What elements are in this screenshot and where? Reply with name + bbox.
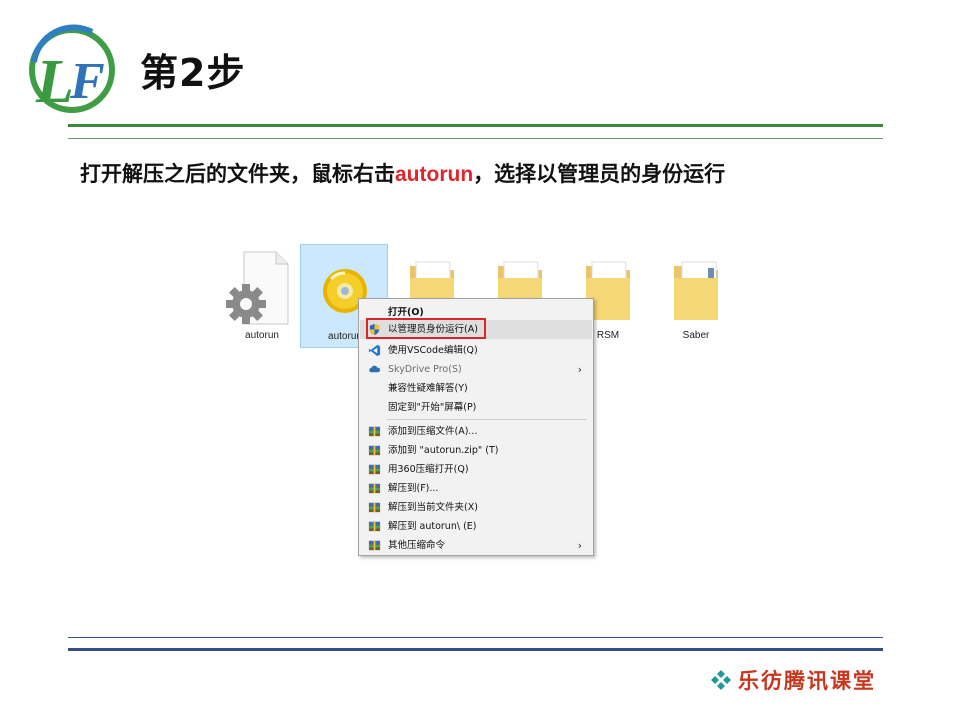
lf-logo: L F xyxy=(29,24,115,114)
menu-item-label: 用360压缩打开(Q) xyxy=(388,464,469,475)
archive-icon xyxy=(368,445,381,456)
menu-item-pin-start[interactable]: 固定到"开始"屏幕(P) xyxy=(360,398,592,417)
top-divider xyxy=(68,124,883,127)
menu-item-add-zip[interactable]: 添加到 "autorun.zip" (T) xyxy=(360,441,592,460)
menu-item-label: 兼容性疑难解答(Y) xyxy=(388,383,468,394)
bottom-divider-thin xyxy=(68,637,883,638)
highlight-box xyxy=(366,318,486,339)
menu-item-label: 添加到 "autorun.zip" (T) xyxy=(388,445,499,456)
menu-item-label: 解压到当前文件夹(X) xyxy=(388,502,478,513)
menu-item-label: 解压到(F)... xyxy=(388,483,439,494)
menu-item-label: 添加到压缩文件(A)... xyxy=(388,426,478,437)
archive-icon xyxy=(368,502,381,513)
menu-separator xyxy=(387,419,587,420)
menu-item-label: 使用VSCode编辑(Q) xyxy=(388,345,478,356)
chevron-right-icon: › xyxy=(577,539,582,552)
menu-item-label: 解压到 autorun\ (E) xyxy=(388,521,477,532)
svg-text:F: F xyxy=(69,53,105,110)
file-autorun-inf[interactable]: autorun xyxy=(218,244,306,348)
menu-item-extract-to[interactable]: 解压到(F)... xyxy=(360,479,592,498)
brand-name: 乐彷腾讯课堂 xyxy=(738,668,876,693)
menu-item-compat[interactable]: 兼容性疑难解答(Y) xyxy=(360,379,592,398)
bottom-divider xyxy=(68,648,883,651)
menu-item-label: SkyDrive Pro(S) xyxy=(388,364,462,375)
menu-item-add-archive[interactable]: 添加到压缩文件(A)... xyxy=(360,422,592,441)
menu-item-open-360[interactable]: 用360压缩打开(Q) xyxy=(360,460,592,479)
archive-icon xyxy=(368,540,381,551)
folder-icon xyxy=(674,261,718,320)
menu-item-label: 固定到"开始"屏幕(P) xyxy=(388,402,477,413)
file-label: Saber xyxy=(682,330,710,341)
chevron-right-icon: › xyxy=(577,363,582,376)
archive-icon xyxy=(368,521,381,532)
menu-item-other-compress[interactable]: 其他压缩命令 › xyxy=(360,536,592,555)
gear-file-icon xyxy=(226,251,289,325)
step-title: 第2步 xyxy=(140,51,246,95)
menu-item-extract-autorun[interactable]: 解压到 autorun\ (E) xyxy=(360,517,592,536)
svg-text:L: L xyxy=(35,48,74,114)
instruction-before: 打开解压之后的文件夹，鼠标右击 xyxy=(80,161,395,186)
menu-item-skydrive[interactable]: SkyDrive Pro(S) › xyxy=(360,360,592,379)
instruction-after: ，选择以管理员的身份运行 xyxy=(473,161,726,186)
file-label: autorun xyxy=(245,330,279,341)
cloud-icon xyxy=(369,365,381,373)
menu-item-extract-here[interactable]: 解压到当前文件夹(X) xyxy=(360,498,592,517)
vscode-icon xyxy=(368,344,381,357)
instruction-text: 打开解压之后的文件夹，鼠标右击autorun，选择以管理员的身份运行 xyxy=(80,158,725,188)
archive-icon xyxy=(368,426,381,437)
folder-saber[interactable]: Saber xyxy=(652,244,740,348)
menu-item-label: 其他压缩命令 xyxy=(388,540,446,551)
menu-item-vscode[interactable]: 使用VSCode编辑(Q) xyxy=(360,341,592,360)
instruction-highlight: autorun xyxy=(395,163,474,186)
archive-icon xyxy=(368,464,381,475)
top-divider-thin xyxy=(68,138,883,139)
archive-icon xyxy=(368,483,381,494)
diamond-cluster-icon xyxy=(711,670,731,690)
